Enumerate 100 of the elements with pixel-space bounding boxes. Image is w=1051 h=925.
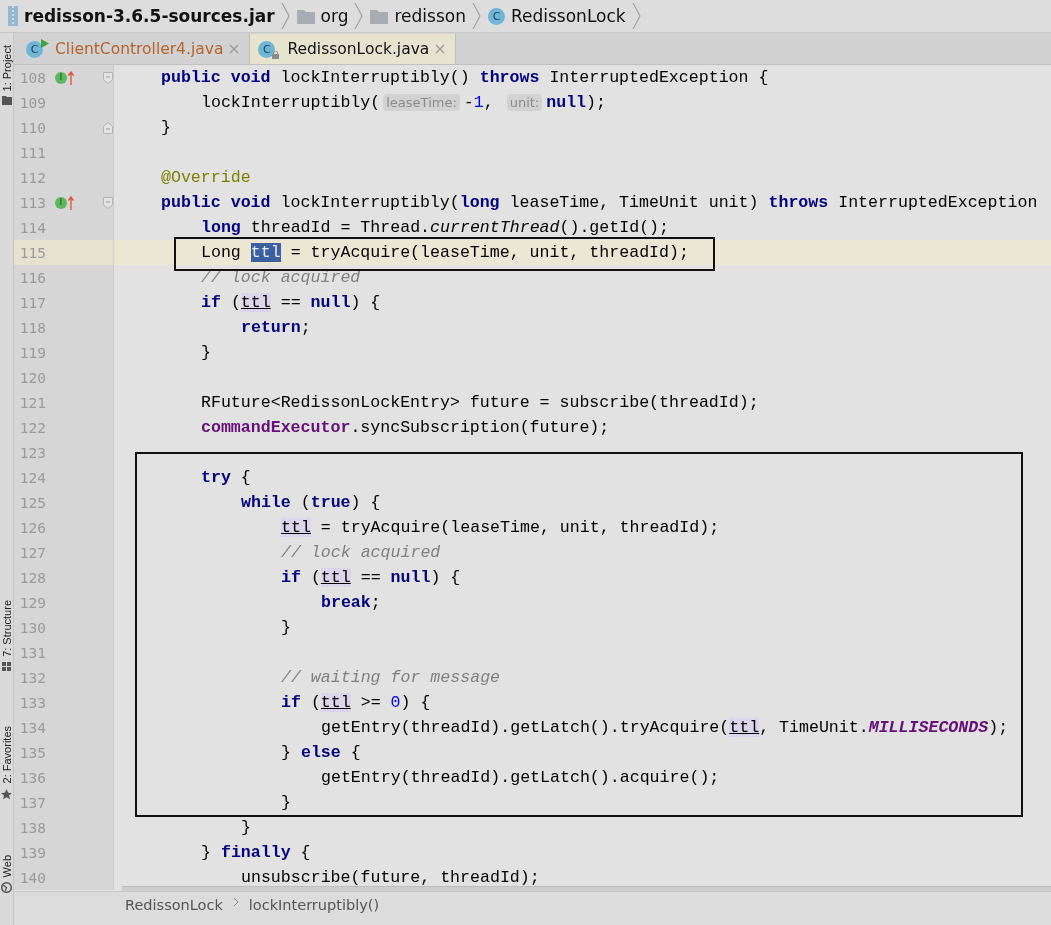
- line-number: 118: [18, 319, 46, 336]
- folder-icon: [370, 8, 389, 24]
- code-text: ;: [300, 318, 311, 337]
- line-number: 125: [18, 494, 46, 511]
- breadcrumb-item[interactable]: redisson-3.6.5-sources.jar: [2, 6, 281, 26]
- code-text: unsubscribe(future, threadId);: [241, 868, 540, 887]
- line-number: 138: [18, 819, 46, 836]
- selected-text: ttl: [250, 243, 281, 262]
- keyword: throws: [768, 193, 829, 212]
- breadcrumb-item[interactable]: lockInterruptibly(): [248, 897, 380, 913]
- keyword: long: [201, 218, 241, 237]
- line-number: 115: [18, 244, 46, 261]
- code-text: ==: [359, 568, 382, 587]
- code-text: }: [201, 843, 212, 862]
- line-number: 126: [18, 519, 46, 536]
- code-text: }: [281, 618, 291, 637]
- code-comment: // waiting for message: [281, 668, 501, 687]
- code-text: }: [201, 343, 211, 362]
- line-number: 123: [18, 444, 46, 461]
- horizontal-scrollbar[interactable]: [122, 886, 1051, 891]
- parameter-hint: unit:: [506, 94, 543, 111]
- code-text: ==: [279, 293, 302, 312]
- keyword: public void: [161, 68, 271, 87]
- breadcrumb-item[interactable]: org: [290, 6, 355, 26]
- line-number: 127: [18, 544, 46, 561]
- code-text: , TimeUnit.: [759, 718, 869, 737]
- keyword: if: [281, 568, 301, 587]
- tool-window-button[interactable]: 7: Structure: [0, 600, 13, 658]
- keyword: return: [241, 318, 301, 337]
- keyword: null: [390, 568, 431, 587]
- class-icon: C: [487, 7, 505, 25]
- code-text: );: [988, 718, 1009, 737]
- code-text: lockInterruptibly(): [279, 68, 471, 87]
- keyword: true: [310, 493, 351, 512]
- line-number: 124: [18, 469, 46, 486]
- line-number: 122: [18, 419, 46, 436]
- line-number: 120: [18, 369, 46, 386]
- fold-icon[interactable]: [103, 71, 113, 84]
- breadcrumb-item[interactable]: C RedissonLock: [481, 6, 632, 26]
- variable-usage: ttl: [240, 293, 271, 312]
- close-icon[interactable]: [229, 44, 240, 54]
- tool-window-button[interactable]: 2: Favorites: [0, 726, 13, 784]
- code-text: ) {: [400, 693, 431, 712]
- variable-usage: ttl: [320, 693, 351, 712]
- keyword: long: [459, 193, 500, 212]
- parameter-hint: leaseTime:: [383, 94, 460, 111]
- keyword: break: [321, 593, 371, 612]
- keyword: null: [310, 293, 351, 312]
- code-text: >=: [359, 693, 382, 712]
- number-literal: 0: [390, 693, 401, 712]
- keyword: if: [281, 693, 301, 712]
- code-text: ().getId();: [559, 218, 670, 237]
- code-text: (: [309, 693, 321, 712]
- code-comment: // lock acquired: [281, 543, 441, 562]
- line-number: 139: [18, 844, 46, 861]
- editor-tab[interactable]: C RedissonLock.java: [250, 34, 457, 64]
- line-number: 135: [18, 744, 46, 761]
- archive-icon: [8, 6, 18, 26]
- method-call: currentThread: [430, 218, 560, 237]
- line-number: 112: [18, 169, 46, 186]
- tool-window-button[interactable]: Web: [0, 854, 13, 878]
- chevron-icon: [232, 897, 239, 907]
- structure-icon: [2, 662, 11, 672]
- line-number: 108: [18, 69, 46, 86]
- keyword: null: [546, 93, 587, 112]
- close-icon[interactable]: [435, 44, 446, 54]
- folder-icon: [1, 96, 12, 106]
- code-text: Long: [201, 243, 242, 262]
- line-number: 134: [18, 719, 46, 736]
- code-text: leaseTime, TimeUnit unit): [508, 193, 760, 212]
- code-text: }: [241, 818, 251, 837]
- code-text: ;: [370, 593, 381, 612]
- code-text: ) {: [350, 293, 381, 312]
- line-number: 129: [18, 594, 46, 611]
- code-text: (: [299, 493, 311, 512]
- code-text: InterruptedException {: [548, 68, 769, 87]
- variable-usage: ttl: [281, 518, 311, 537]
- globe-icon: [1, 882, 12, 894]
- fold-icon[interactable]: [103, 196, 113, 209]
- line-number: 137: [18, 794, 46, 811]
- chevron-icon: [280, 1, 291, 31]
- keyword: finally: [220, 843, 291, 862]
- line-number: 113: [18, 194, 46, 211]
- line-number: 132: [18, 669, 46, 686]
- chevron-icon: [354, 1, 365, 31]
- line-number: 114: [18, 219, 46, 236]
- code-text: {: [299, 843, 311, 862]
- line-number: 109: [18, 94, 46, 111]
- annotation: @Override: [161, 168, 251, 187]
- line-number: 119: [18, 344, 46, 361]
- fold-end-icon[interactable]: [103, 121, 113, 134]
- constant-name: MILLISECONDS: [868, 718, 989, 737]
- line-number: 128: [18, 569, 46, 586]
- tool-window-button[interactable]: 1: Project: [0, 45, 13, 92]
- code-text: lockInterruptibly(: [201, 93, 381, 112]
- breadcrumb-item[interactable]: redisson: [364, 6, 472, 26]
- keyword: try: [201, 468, 231, 487]
- breadcrumb-item[interactable]: RedissonLock: [125, 897, 223, 913]
- line-number: 133: [18, 694, 46, 711]
- code-text: = tryAcquire(leaseTime, unit, threadId);: [319, 518, 720, 537]
